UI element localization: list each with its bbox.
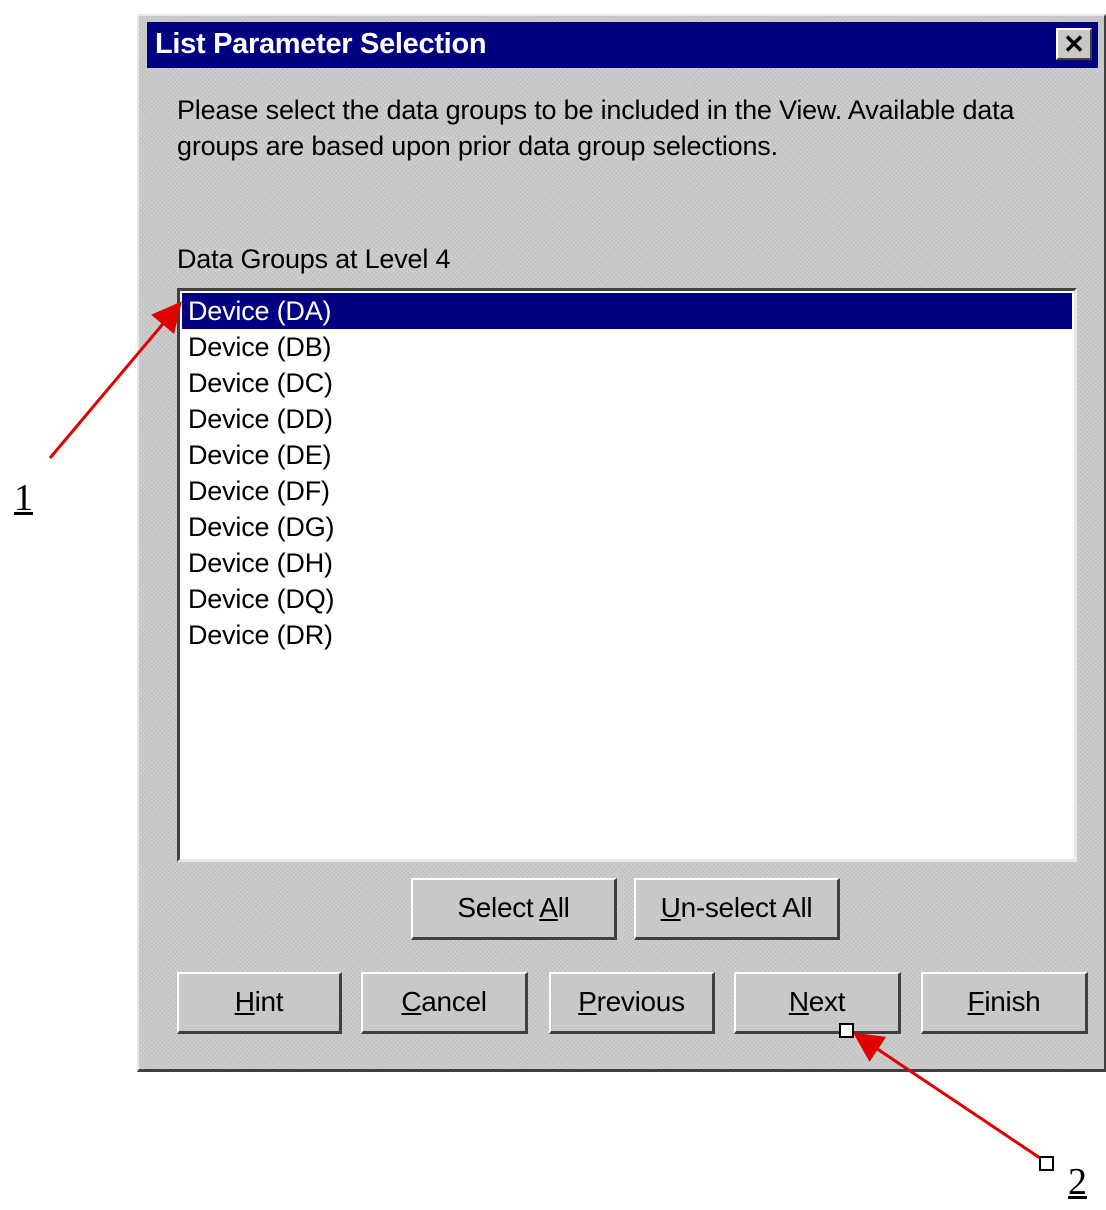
annotation-handle-end xyxy=(1039,1156,1054,1171)
annotation-arrow-1 xyxy=(48,301,182,459)
annotation-arrow-2 xyxy=(853,1032,1047,1164)
annotation-label-2: 2 xyxy=(1068,1161,1087,1203)
annotation-handle-start xyxy=(839,1023,854,1038)
annotation-arrows xyxy=(48,301,1054,1171)
annotation-label-1: 1 xyxy=(14,477,33,519)
